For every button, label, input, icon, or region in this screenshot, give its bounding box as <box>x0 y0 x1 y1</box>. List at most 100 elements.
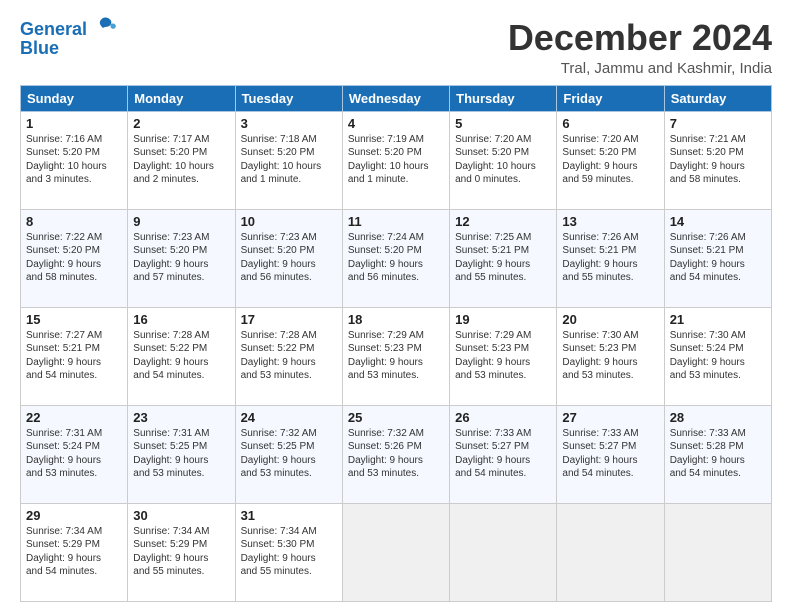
table-row: 16 Sunrise: 7:28 AM Sunset: 5:22 PM Dayli… <box>128 307 235 405</box>
calendar-week-row: 15Sunrise: 7:27 AM Sunset: 5:21 PM Dayli… <box>21 307 772 405</box>
day-detail: Sunrise: 7:28 AM Sunset: 5:22 PM Dayligh… <box>133 329 229 383</box>
col-sunday: Sunday <box>21 85 128 111</box>
day-detail: Sunrise: 7:27 AM Sunset: 5:21 PM Dayligh… <box>26 329 122 383</box>
col-tuesday: Tuesday <box>235 85 342 111</box>
day-number: 25 <box>348 410 444 425</box>
day-detail: Sunrise: 7:23 AM Sunset: 5:20 PM Dayligh… <box>241 231 337 285</box>
col-wednesday: Wednesday <box>342 85 449 111</box>
day-number: 23 <box>133 410 229 425</box>
logo-text: General <box>20 20 87 40</box>
page: General Blue December 2024 Tral, Jammu a… <box>0 0 792 612</box>
calendar-table: Sunday Monday Tuesday Wednesday Thursday… <box>20 85 772 602</box>
table-row: 29 Sunrise: 7:34 AM Sunset: 5:29 PM Dayli… <box>21 503 128 601</box>
table-row: 15Sunrise: 7:27 AM Sunset: 5:21 PM Dayli… <box>21 307 128 405</box>
table-row: 28Sunrise: 7:33 AM Sunset: 5:28 PM Dayli… <box>664 405 771 503</box>
day-detail: Sunrise: 7:21 AM Sunset: 5:20 PM Dayligh… <box>670 133 766 187</box>
calendar-week-row: 1 Sunrise: 7:16 AM Sunset: 5:20 PM Daylig… <box>21 111 772 209</box>
day-number: 13 <box>562 214 658 229</box>
day-detail: Sunrise: 7:34 AM Sunset: 5:29 PM Dayligh… <box>26 525 122 579</box>
table-row: 4Sunrise: 7:19 AM Sunset: 5:20 PM Daylig… <box>342 111 449 209</box>
table-row: 24Sunrise: 7:32 AM Sunset: 5:25 PM Dayli… <box>235 405 342 503</box>
table-row: 22Sunrise: 7:31 AM Sunset: 5:24 PM Dayli… <box>21 405 128 503</box>
day-detail: Sunrise: 7:32 AM Sunset: 5:25 PM Dayligh… <box>241 427 337 481</box>
day-number: 16 <box>133 312 229 327</box>
table-row: 26Sunrise: 7:33 AM Sunset: 5:27 PM Dayli… <box>450 405 557 503</box>
day-number: 19 <box>455 312 551 327</box>
day-detail: Sunrise: 7:34 AM Sunset: 5:29 PM Dayligh… <box>133 525 229 579</box>
day-number: 12 <box>455 214 551 229</box>
table-row: 3 Sunrise: 7:18 AM Sunset: 5:20 PM Daylig… <box>235 111 342 209</box>
day-detail: Sunrise: 7:31 AM Sunset: 5:25 PM Dayligh… <box>133 427 229 481</box>
calendar-title: December 2024 <box>508 18 772 58</box>
day-number: 7 <box>670 116 766 131</box>
day-number: 21 <box>670 312 766 327</box>
day-detail: Sunrise: 7:16 AM Sunset: 5:20 PM Dayligh… <box>26 133 122 187</box>
table-row: 20 Sunrise: 7:30 AM Sunset: 5:23 PM Dayli… <box>557 307 664 405</box>
table-row <box>557 503 664 601</box>
table-row: 23 Sunrise: 7:31 AM Sunset: 5:25 PM Dayli… <box>128 405 235 503</box>
table-row: 17Sunrise: 7:28 AM Sunset: 5:22 PM Dayli… <box>235 307 342 405</box>
table-row: 5 Sunrise: 7:20 AM Sunset: 5:20 PM Daylig… <box>450 111 557 209</box>
day-number: 18 <box>348 312 444 327</box>
day-detail: Sunrise: 7:23 AM Sunset: 5:20 PM Dayligh… <box>133 231 229 285</box>
day-number: 10 <box>241 214 337 229</box>
title-block: December 2024 Tral, Jammu and Kashmir, I… <box>508 18 772 77</box>
day-detail: Sunrise: 7:22 AM Sunset: 5:20 PM Dayligh… <box>26 231 122 285</box>
calendar-week-row: 8Sunrise: 7:22 AM Sunset: 5:20 PM Daylig… <box>21 209 772 307</box>
day-number: 20 <box>562 312 658 327</box>
day-detail: Sunrise: 7:33 AM Sunset: 5:27 PM Dayligh… <box>562 427 658 481</box>
day-detail: Sunrise: 7:32 AM Sunset: 5:26 PM Dayligh… <box>348 427 444 481</box>
table-row <box>342 503 449 601</box>
logo: General Blue <box>20 18 117 59</box>
calendar-week-row: 22Sunrise: 7:31 AM Sunset: 5:24 PM Dayli… <box>21 405 772 503</box>
day-number: 1 <box>26 116 122 131</box>
day-number: 3 <box>241 116 337 131</box>
day-detail: Sunrise: 7:17 AM Sunset: 5:20 PM Dayligh… <box>133 133 229 187</box>
day-number: 6 <box>562 116 658 131</box>
table-row: 13Sunrise: 7:26 AM Sunset: 5:21 PM Dayli… <box>557 209 664 307</box>
day-detail: Sunrise: 7:26 AM Sunset: 5:21 PM Dayligh… <box>670 231 766 285</box>
day-number: 5 <box>455 116 551 131</box>
table-row: 6 Sunrise: 7:20 AM Sunset: 5:20 PM Daylig… <box>557 111 664 209</box>
day-number: 9 <box>133 214 229 229</box>
table-row: 25 Sunrise: 7:32 AM Sunset: 5:26 PM Dayli… <box>342 405 449 503</box>
col-friday: Friday <box>557 85 664 111</box>
day-detail: Sunrise: 7:34 AM Sunset: 5:30 PM Dayligh… <box>241 525 337 579</box>
col-saturday: Saturday <box>664 85 771 111</box>
table-row: 31 Sunrise: 7:34 AM Sunset: 5:30 PM Dayli… <box>235 503 342 601</box>
day-detail: Sunrise: 7:19 AM Sunset: 5:20 PM Dayligh… <box>348 133 444 187</box>
day-number: 27 <box>562 410 658 425</box>
day-number: 30 <box>133 508 229 523</box>
day-detail: Sunrise: 7:18 AM Sunset: 5:20 PM Dayligh… <box>241 133 337 187</box>
table-row: 30 Sunrise: 7:34 AM Sunset: 5:29 PM Dayli… <box>128 503 235 601</box>
col-thursday: Thursday <box>450 85 557 111</box>
table-row: 14 Sunrise: 7:26 AM Sunset: 5:21 PM Dayli… <box>664 209 771 307</box>
day-number: 26 <box>455 410 551 425</box>
table-row: 10 Sunrise: 7:23 AM Sunset: 5:20 PM Dayli… <box>235 209 342 307</box>
col-monday: Monday <box>128 85 235 111</box>
calendar-week-row: 29 Sunrise: 7:34 AM Sunset: 5:29 PM Dayli… <box>21 503 772 601</box>
day-detail: Sunrise: 7:30 AM Sunset: 5:23 PM Dayligh… <box>562 329 658 383</box>
day-number: 29 <box>26 508 122 523</box>
day-number: 14 <box>670 214 766 229</box>
day-detail: Sunrise: 7:20 AM Sunset: 5:20 PM Dayligh… <box>455 133 551 187</box>
day-detail: Sunrise: 7:29 AM Sunset: 5:23 PM Dayligh… <box>455 329 551 383</box>
day-detail: Sunrise: 7:28 AM Sunset: 5:22 PM Dayligh… <box>241 329 337 383</box>
logo-bird-icon <box>89 14 117 42</box>
table-row: 7 Sunrise: 7:21 AM Sunset: 5:20 PM Daylig… <box>664 111 771 209</box>
table-row: 21 Sunrise: 7:30 AM Sunset: 5:24 PM Dayli… <box>664 307 771 405</box>
day-detail: Sunrise: 7:24 AM Sunset: 5:20 PM Dayligh… <box>348 231 444 285</box>
table-row <box>664 503 771 601</box>
day-detail: Sunrise: 7:30 AM Sunset: 5:24 PM Dayligh… <box>670 329 766 383</box>
day-number: 11 <box>348 214 444 229</box>
day-detail: Sunrise: 7:20 AM Sunset: 5:20 PM Dayligh… <box>562 133 658 187</box>
calendar-header-row: Sunday Monday Tuesday Wednesday Thursday… <box>21 85 772 111</box>
table-row: 1 Sunrise: 7:16 AM Sunset: 5:20 PM Daylig… <box>21 111 128 209</box>
table-row: 12Sunrise: 7:25 AM Sunset: 5:21 PM Dayli… <box>450 209 557 307</box>
day-detail: Sunrise: 7:31 AM Sunset: 5:24 PM Dayligh… <box>26 427 122 481</box>
day-number: 31 <box>241 508 337 523</box>
table-row: 11 Sunrise: 7:24 AM Sunset: 5:20 PM Dayli… <box>342 209 449 307</box>
day-detail: Sunrise: 7:29 AM Sunset: 5:23 PM Dayligh… <box>348 329 444 383</box>
day-detail: Sunrise: 7:33 AM Sunset: 5:28 PM Dayligh… <box>670 427 766 481</box>
table-row: 19 Sunrise: 7:29 AM Sunset: 5:23 PM Dayli… <box>450 307 557 405</box>
